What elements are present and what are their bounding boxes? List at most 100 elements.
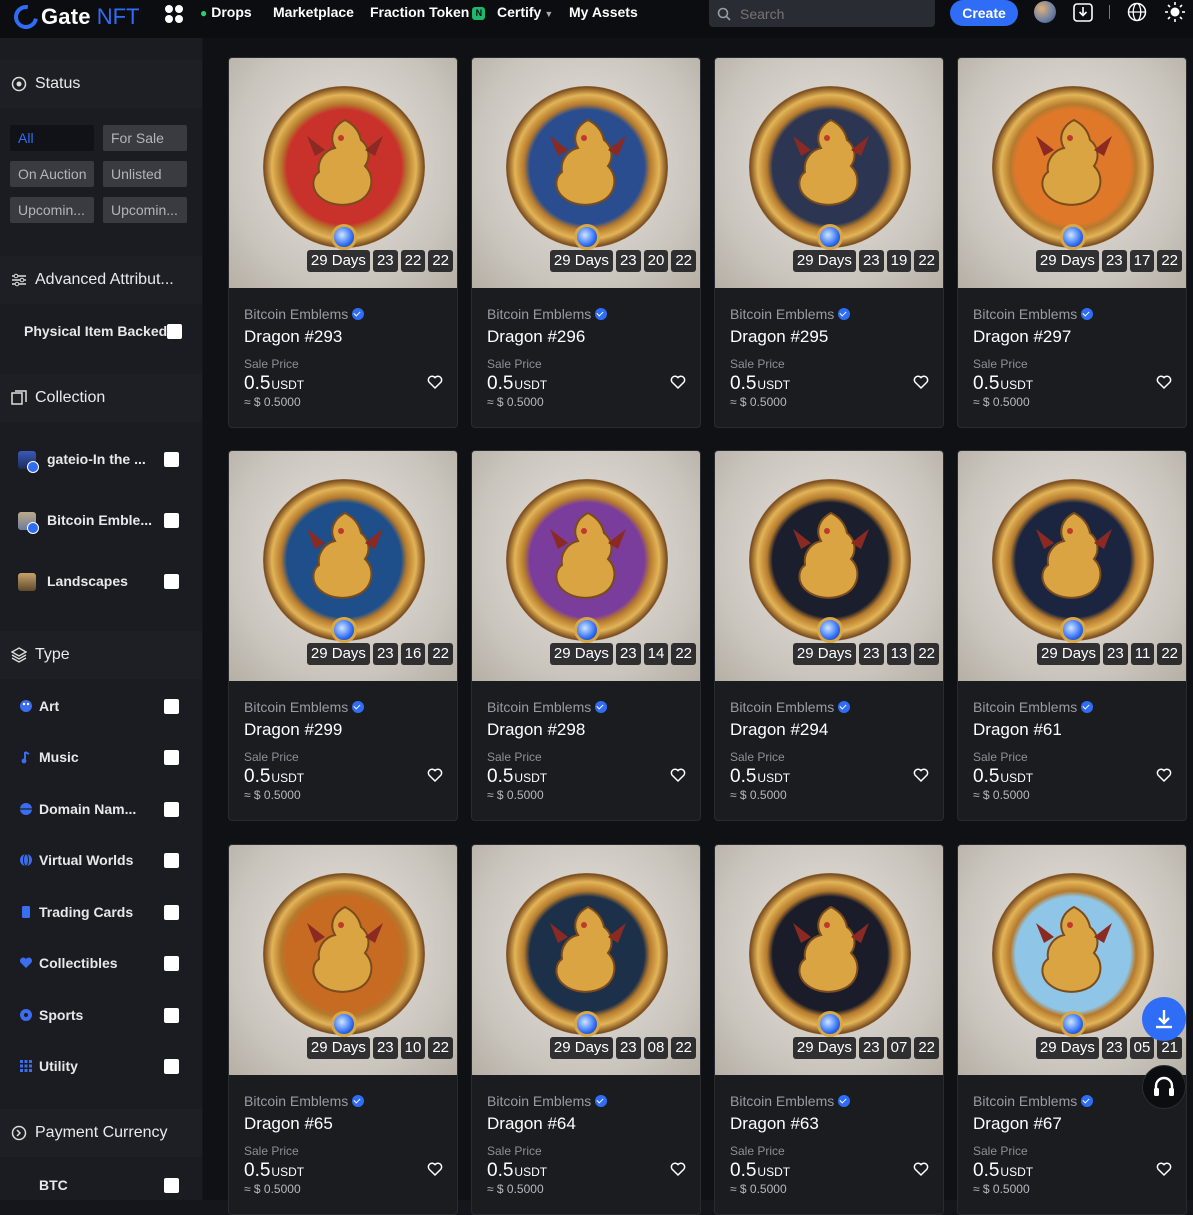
search-input[interactable] bbox=[740, 5, 920, 22]
nft-card[interactable]: 29 Days 23 08 22 Bitcoin Emblems Dragon #64 Sa… bbox=[471, 844, 701, 1215]
nft-image[interactable]: 29 Days 23 13 22 bbox=[715, 451, 943, 681]
user-avatar[interactable] bbox=[1034, 1, 1056, 23]
type-checkbox-trading-cards[interactable] bbox=[164, 905, 179, 920]
favorite-heart-icon[interactable] bbox=[670, 767, 686, 783]
card-item-name[interactable]: Dragon #299 bbox=[244, 720, 342, 740]
nft-image[interactable]: 29 Days 23 11 22 bbox=[958, 451, 1186, 681]
card-item-name[interactable]: Dragon #295 bbox=[730, 327, 828, 347]
favorite-heart-icon[interactable] bbox=[427, 767, 443, 783]
card-item-name[interactable]: Dragon #297 bbox=[973, 327, 1071, 347]
card-item-name[interactable]: Dragon #61 bbox=[973, 720, 1062, 740]
countdown-hours: 23 bbox=[1103, 643, 1128, 665]
type-checkbox-virtual-worlds[interactable] bbox=[164, 853, 179, 868]
nav-drops[interactable]: ● Drops bbox=[200, 4, 252, 20]
download-app-icon[interactable] bbox=[1072, 1, 1094, 23]
favorite-heart-icon[interactable] bbox=[1156, 1161, 1172, 1177]
theme-toggle-sun-icon[interactable] bbox=[1164, 1, 1186, 23]
favorite-heart-icon[interactable] bbox=[913, 1161, 929, 1177]
payment-checkbox-btc[interactable] bbox=[164, 1178, 179, 1193]
nft-card[interactable]: 29 Days 23 20 22 Bitcoin Emblems Dragon #296 S… bbox=[471, 57, 701, 428]
globe-language-icon[interactable] bbox=[1126, 1, 1148, 23]
card-collection-name[interactable]: Bitcoin Emblems bbox=[487, 699, 608, 715]
search-box[interactable] bbox=[709, 0, 935, 27]
card-collection-name[interactable]: Bitcoin Emblems bbox=[973, 699, 1094, 715]
card-collection-name[interactable]: Bitcoin Emblems bbox=[730, 1093, 851, 1109]
nft-image[interactable]: 29 Days 23 20 22 bbox=[472, 58, 700, 288]
card-collection-name[interactable]: Bitcoin Emblems bbox=[244, 306, 365, 322]
collection-section-header[interactable]: Collection bbox=[0, 374, 202, 422]
apps-grid-icon[interactable] bbox=[165, 5, 183, 23]
advanced-attributes-header[interactable]: Advanced Attribut... bbox=[0, 256, 202, 304]
card-item-name[interactable]: Dragon #293 bbox=[244, 327, 342, 347]
gate-nft-logo[interactable]: Gate NFT bbox=[9, 0, 139, 34]
nft-image[interactable]: 29 Days 23 17 22 bbox=[958, 58, 1186, 288]
nft-image[interactable]: 29 Days 23 19 22 bbox=[715, 58, 943, 288]
card-collection-name[interactable]: Bitcoin Emblems bbox=[973, 1093, 1094, 1109]
card-item-name[interactable]: Dragon #67 bbox=[973, 1114, 1062, 1134]
nft-card[interactable]: 29 Days 23 11 22 Bitcoin Emblems Dragon #61 Sa… bbox=[957, 450, 1187, 821]
type-section-header[interactable]: Type bbox=[0, 631, 202, 679]
status-section-header[interactable]: Status bbox=[0, 60, 202, 108]
nft-image[interactable]: 29 Days 23 22 22 bbox=[229, 58, 457, 288]
nft-card[interactable]: 29 Days 23 10 22 Bitcoin Emblems Dragon #65 Sa… bbox=[228, 844, 458, 1215]
support-headset-button[interactable] bbox=[1142, 1065, 1186, 1109]
nft-image[interactable]: 29 Days 23 14 22 bbox=[472, 451, 700, 681]
status-chip-for-sale[interactable]: For Sale bbox=[103, 125, 187, 151]
nav-certify[interactable]: Certify ▼ bbox=[497, 4, 553, 20]
card-collection-name[interactable]: Bitcoin Emblems bbox=[730, 306, 851, 322]
favorite-heart-icon[interactable] bbox=[913, 767, 929, 783]
nft-card[interactable]: 29 Days 23 19 22 Bitcoin Emblems Dragon #295 S… bbox=[714, 57, 944, 428]
type-checkbox-art[interactable] bbox=[164, 699, 179, 714]
card-item-name[interactable]: Dragon #63 bbox=[730, 1114, 819, 1134]
card-collection-name[interactable]: Bitcoin Emblems bbox=[973, 306, 1094, 322]
collection-checkbox-gateio[interactable] bbox=[164, 452, 179, 467]
card-item-name[interactable]: Dragon #296 bbox=[487, 327, 585, 347]
favorite-heart-icon[interactable] bbox=[1156, 767, 1172, 783]
dragon-emblem-icon bbox=[793, 511, 869, 599]
nav-fraction-token[interactable]: Fraction Token N bbox=[370, 4, 486, 20]
card-item-name[interactable]: Dragon #65 bbox=[244, 1114, 333, 1134]
status-chip-on-auction[interactable]: On Auction bbox=[10, 161, 94, 187]
nav-my-assets[interactable]: My Assets bbox=[569, 4, 638, 20]
card-collection-name[interactable]: Bitcoin Emblems bbox=[487, 306, 608, 322]
nft-card[interactable]: 29 Days 23 22 22 Bitcoin Emblems Dragon #293 S… bbox=[228, 57, 458, 428]
status-chip-all[interactable]: All bbox=[10, 125, 94, 151]
physical-item-backed-checkbox[interactable] bbox=[167, 324, 182, 339]
status-chip-upcoming-1[interactable]: Upcomin... bbox=[10, 197, 94, 223]
card-collection-name[interactable]: Bitcoin Emblems bbox=[244, 1093, 365, 1109]
type-checkbox-domain-names[interactable] bbox=[164, 802, 179, 817]
card-collection-name[interactable]: Bitcoin Emblems bbox=[487, 1093, 608, 1109]
nft-image[interactable]: 29 Days 23 16 22 bbox=[229, 451, 457, 681]
status-chip-upcoming-2[interactable]: Upcomin... bbox=[103, 197, 187, 223]
payment-currency-header[interactable]: Payment Currency bbox=[0, 1109, 202, 1157]
nav-marketplace[interactable]: Marketplace bbox=[273, 4, 354, 20]
card-item-name[interactable]: Dragon #294 bbox=[730, 720, 828, 740]
collection-checkbox-bitcoin-emblems[interactable] bbox=[164, 513, 179, 528]
type-checkbox-sports[interactable] bbox=[164, 1008, 179, 1023]
card-collection-name[interactable]: Bitcoin Emblems bbox=[730, 699, 851, 715]
favorite-heart-icon[interactable] bbox=[670, 374, 686, 390]
favorite-heart-icon[interactable] bbox=[670, 1161, 686, 1177]
nft-card[interactable]: 29 Days 23 16 22 Bitcoin Emblems Dragon #299 S… bbox=[228, 450, 458, 821]
nft-image[interactable]: 29 Days 23 07 22 bbox=[715, 845, 943, 1075]
favorite-heart-icon[interactable] bbox=[427, 374, 443, 390]
card-collection-name[interactable]: Bitcoin Emblems bbox=[244, 699, 365, 715]
collection-checkbox-landscapes[interactable] bbox=[164, 574, 179, 589]
favorite-heart-icon[interactable] bbox=[913, 374, 929, 390]
type-checkbox-collectibles[interactable] bbox=[164, 956, 179, 971]
nft-card[interactable]: 29 Days 23 13 22 Bitcoin Emblems Dragon #294 S… bbox=[714, 450, 944, 821]
card-item-name[interactable]: Dragon #64 bbox=[487, 1114, 576, 1134]
nft-card[interactable]: 29 Days 23 07 22 Bitcoin Emblems Dragon #63 Sa… bbox=[714, 844, 944, 1215]
nft-image[interactable]: 29 Days 23 10 22 bbox=[229, 845, 457, 1075]
card-item-name[interactable]: Dragon #298 bbox=[487, 720, 585, 740]
nft-card[interactable]: 29 Days 23 17 22 Bitcoin Emblems Dragon #297 S… bbox=[957, 57, 1187, 428]
favorite-heart-icon[interactable] bbox=[427, 1161, 443, 1177]
create-button[interactable]: Create bbox=[950, 0, 1018, 26]
status-chip-unlisted[interactable]: Unlisted bbox=[103, 161, 187, 187]
nft-card[interactable]: 29 Days 23 14 22 Bitcoin Emblems Dragon #298 S… bbox=[471, 450, 701, 821]
floating-download-button[interactable] bbox=[1142, 997, 1186, 1041]
nft-image[interactable]: 29 Days 23 08 22 bbox=[472, 845, 700, 1075]
type-checkbox-music[interactable] bbox=[164, 750, 179, 765]
favorite-heart-icon[interactable] bbox=[1156, 374, 1172, 390]
type-checkbox-utility[interactable] bbox=[164, 1059, 179, 1074]
